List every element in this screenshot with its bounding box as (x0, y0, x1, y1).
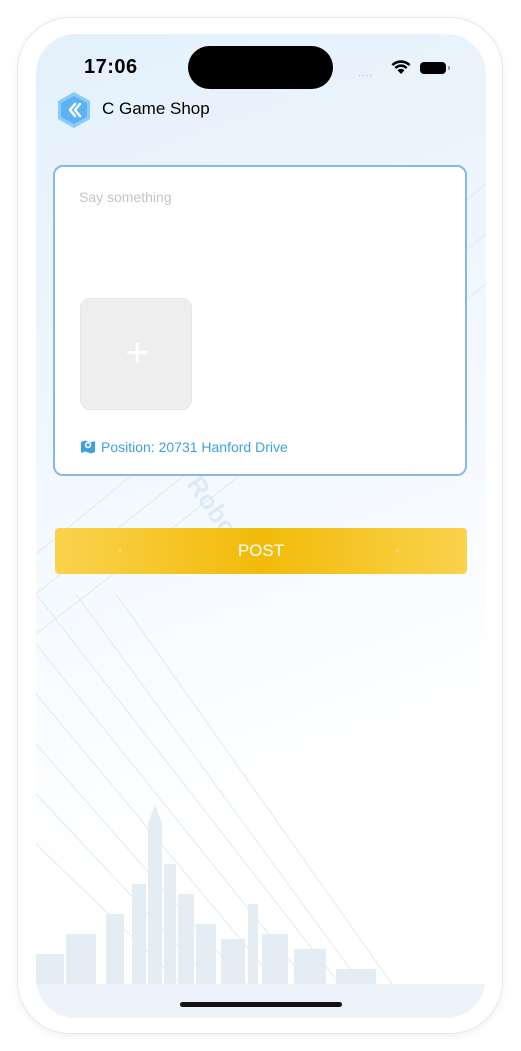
compose-card: + Position: 20731 Hanford Drive (53, 165, 467, 476)
plus-icon: + (125, 331, 149, 375)
home-indicator[interactable] (180, 1002, 342, 1007)
battery-icon (420, 62, 450, 74)
post-button[interactable]: » POST « (55, 528, 467, 574)
say-something-input[interactable] (79, 189, 439, 289)
add-photo-button[interactable]: + (80, 298, 192, 410)
header: C Game Shop (54, 90, 474, 130)
dynamic-island (188, 46, 333, 89)
status-icons: .... (358, 58, 453, 79)
page-title: C Game Shop (102, 99, 210, 118)
double-chevron-left-icon: « (395, 545, 401, 555)
map-pin-icon (81, 440, 95, 454)
status-time: 17:06 (84, 56, 138, 78)
app-screen: RoboX 17:06 .... C Game Shop Say somethi… (36, 34, 486, 1018)
position-label: Position: 20731 Hanford Drive (101, 439, 288, 455)
signal-icon: .... (358, 68, 374, 79)
chevron-left-icon (58, 92, 90, 128)
back-button[interactable] (54, 90, 94, 130)
wifi-icon (391, 60, 411, 74)
post-button-label: POST (237, 541, 285, 560)
status-bar: 17:06 .... (36, 34, 486, 94)
